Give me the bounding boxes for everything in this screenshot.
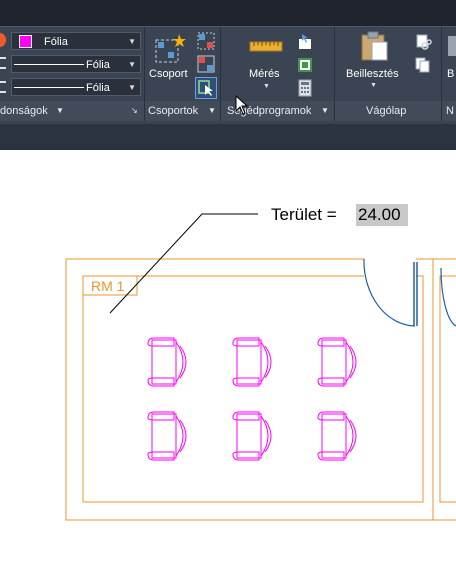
chevron-down-icon: ▼ [321,106,329,115]
clipped-tool-icon[interactable] [446,32,456,58]
group-button[interactable]: Csoport [147,30,193,90]
properties-panel-bar[interactable]: donságok ▼ ↘ [0,101,144,121]
group-selection-toggle[interactable] [195,77,217,99]
groups-panel-bar[interactable]: Csoportok ▼ [145,101,220,121]
groups-panel-label: Csoportok [148,105,199,117]
calculator-icon[interactable] [296,79,314,97]
chair-symbol [147,337,187,387]
lineweight-value: Fólia [86,82,110,94]
cut-icon[interactable] [414,33,432,51]
color-wheel-icon[interactable] [0,33,6,47]
linetype-value: Fólia [86,59,110,71]
select-all-icon[interactable] [296,56,314,74]
area-leader-line [109,213,258,314]
group-edit-icon[interactable] [197,55,215,73]
group-select-icon [198,80,213,96]
lineweight-line [14,87,84,88]
clipped-panel-bar[interactable]: N [442,101,456,121]
paste-button[interactable]: Beillesztés ▼ [343,30,405,92]
chevron-down-icon: ▼ [263,83,270,90]
ribbon-tab-bar [0,0,456,26]
chevron-down-icon: ▼ [128,60,136,69]
area-label: Terület = [271,205,341,224]
group-label: Csoport [149,68,188,80]
ungroup-icon[interactable] [197,32,215,50]
paste-icon [361,31,388,61]
linetype-icon[interactable] [0,57,6,69]
ribbon: Fólia ▼ Fólia ▼ Fólia ▼ donságok ▼ ↘ Cso… [0,0,456,150]
chevron-down-icon: ▼ [370,82,377,89]
panel-launcher-icon[interactable]: ↘ [131,101,138,121]
chair-symbol [147,411,187,461]
clipped-panel-label: N [446,105,454,117]
group-icon [155,34,186,63]
chevron-down-icon: ▼ [56,106,64,115]
linetype-dropdown[interactable]: Fólia ▼ [11,55,141,73]
room-outer-wall [65,258,456,521]
clipboard-panel-bar[interactable]: Vágólap [335,101,441,121]
measure-label: Mérés [249,68,280,80]
lineweight-dropdown[interactable]: Fólia ▼ [11,78,141,96]
drawing-canvas[interactable]: RM 1 Terület = 24.00 [0,150,456,584]
linetype-line [14,64,84,65]
copy-icon[interactable] [414,56,432,74]
neighbor-room-wall [432,258,456,520]
chair-group [147,337,357,461]
quick-select-icon[interactable] [296,33,314,51]
neighbor-room-inner-wall [439,275,456,503]
chair-symbol [317,411,357,461]
mouse-cursor-icon [235,95,249,115]
neighbor-door-arc [440,267,456,327]
chair-symbol [232,411,272,461]
color-dropdown[interactable]: Fólia ▼ [11,32,141,50]
clipboard-panel-label: Vágólap [366,105,407,117]
area-value: 24.00 [358,205,401,224]
paste-label: Beillesztés [346,68,399,80]
chevron-down-icon: ▼ [128,37,136,46]
lineweight-icon[interactable] [0,81,6,93]
room-inner-wall [82,275,424,503]
chair-symbol [232,337,272,387]
ribbon-bottom-band [0,124,456,150]
clipped-button-label[interactable]: B [447,68,454,80]
color-value: Fólia [44,36,68,48]
color-swatch [19,35,32,48]
chevron-down-icon: ▼ [128,83,136,92]
chair-symbol [317,337,357,387]
properties-panel-label: donságok [0,105,48,117]
measure-button[interactable]: Mérés ▼ [245,35,287,93]
chevron-down-icon: ▼ [208,106,216,115]
ruler-icon [249,41,283,52]
room-tag: RM 1 [91,278,125,294]
door-swing-arc [363,258,416,327]
ribbon-separator [0,26,456,27]
